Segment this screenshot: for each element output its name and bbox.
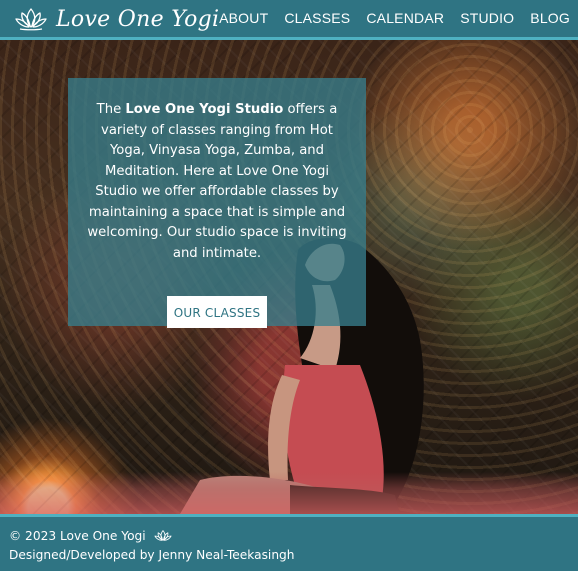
nav-classes[interactable]: CLASSES — [284, 10, 350, 26]
brand-name[interactable]: Love One Yogi — [56, 7, 219, 32]
lotus-icon — [154, 530, 172, 541]
copyright-text: © 2023 Love One Yogi — [9, 529, 146, 543]
intro-text-rest: offers a variety of classes ranging from… — [87, 102, 347, 261]
lotus-icon — [15, 8, 47, 31]
site-header: Love One Yogi ABOUT CLASSES CALENDAR STU… — [0, 0, 578, 40]
site-footer: © 2023 Love One Yogi Designed/Developed … — [0, 514, 578, 571]
nav-blog[interactable]: BLOG — [530, 10, 570, 26]
yoga-mat — [0, 472, 578, 514]
main-nav: ABOUT CLASSES CALENDAR STUDIO BLOG — [219, 10, 570, 26]
nav-about[interactable]: ABOUT — [219, 10, 268, 26]
intro-text: The Love One Yogi Studio offers a variet… — [86, 100, 348, 264]
nav-calendar[interactable]: CALENDAR — [366, 10, 444, 26]
designer-credit: Designed/Developed by Jenny Neal-Teekasi… — [9, 548, 295, 562]
intro-studio-name: Love One Yogi Studio — [125, 102, 284, 117]
intro-box: The Love One Yogi Studio offers a variet… — [68, 78, 366, 328]
logo[interactable]: Love One Yogi — [14, 4, 219, 34]
intro-text-start: The — [96, 102, 126, 117]
our-classes-button[interactable]: OUR CLASSES — [167, 296, 267, 328]
footer-copyright-line: © 2023 Love One Yogi — [9, 529, 174, 543]
hero-section: The Love One Yogi Studio offers a variet… — [0, 40, 578, 514]
nav-studio[interactable]: STUDIO — [460, 10, 514, 26]
